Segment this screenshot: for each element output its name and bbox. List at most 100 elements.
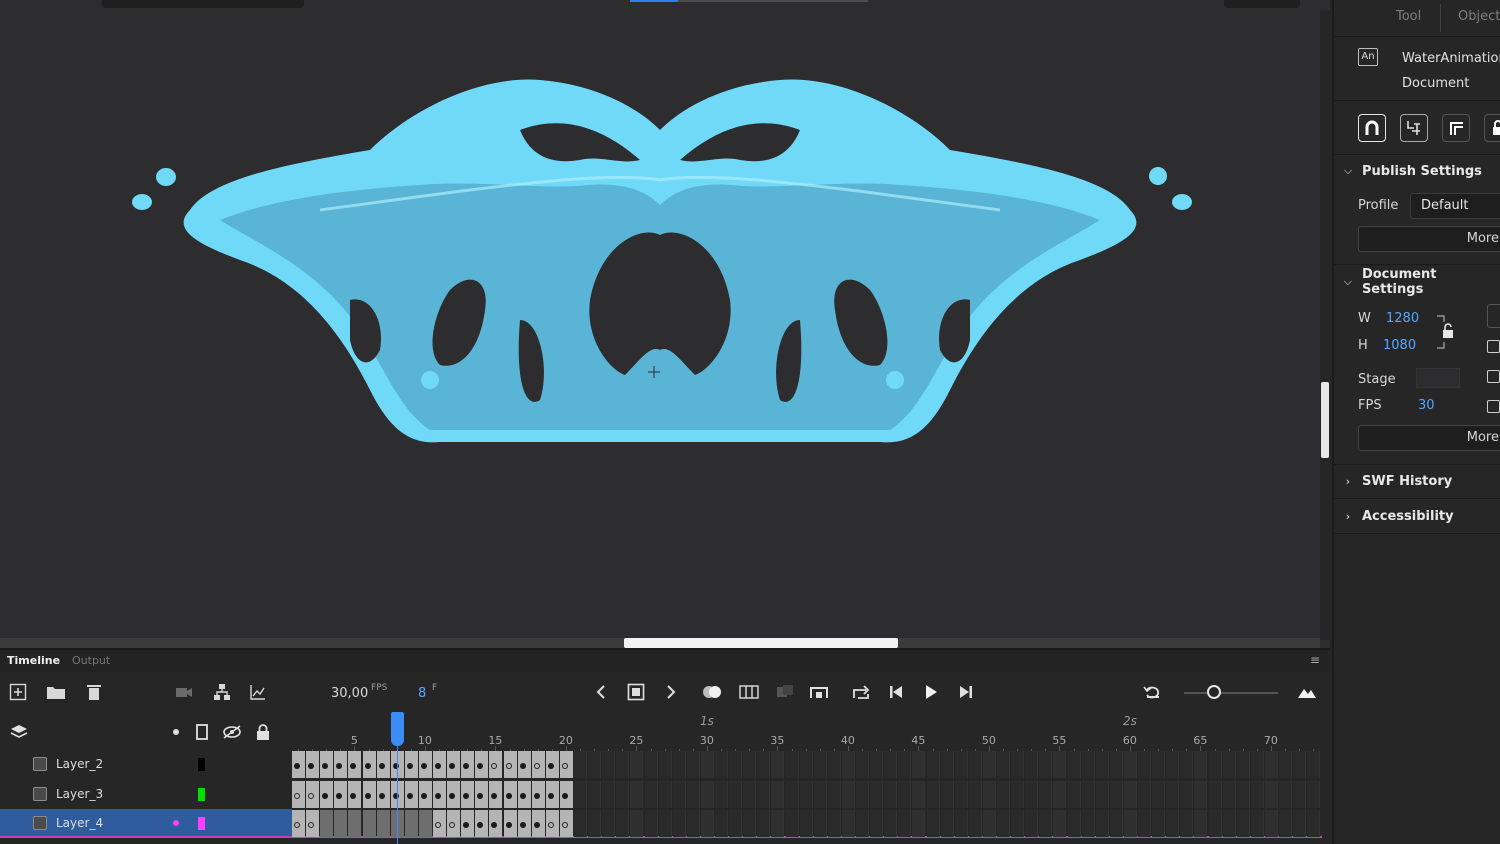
frame-cell[interactable]	[743, 751, 757, 778]
frame-cell[interactable]	[475, 781, 489, 808]
frame-cell[interactable]	[1194, 781, 1208, 808]
frame-cell[interactable]	[559, 751, 573, 778]
scale-content-checkbox[interactable]	[1487, 340, 1500, 353]
frame-cell[interactable]	[813, 781, 827, 808]
new-folder-button[interactable]	[45, 682, 67, 702]
frame-cell[interactable]	[672, 810, 686, 837]
frame-cell[interactable]	[912, 810, 926, 837]
frame-cell[interactable]	[1194, 810, 1208, 837]
frame-cell[interactable]	[1123, 751, 1137, 778]
frame-cell[interactable]	[503, 751, 517, 778]
frame-cell[interactable]	[870, 810, 884, 837]
frame-cell[interactable]	[799, 751, 813, 778]
frame-cell[interactable]	[1222, 781, 1236, 808]
graph-editor-button[interactable]	[248, 682, 268, 702]
frame-cell[interactable]	[588, 810, 602, 837]
frame-cell[interactable]	[320, 810, 334, 837]
frame-cell[interactable]	[1236, 751, 1250, 778]
zoom-mountains-button[interactable]	[1296, 682, 1318, 702]
frame-cell[interactable]	[1264, 810, 1278, 837]
horizontal-scroll-thumb[interactable]	[624, 638, 898, 648]
previous-keyframe-button[interactable]	[592, 682, 610, 702]
frame-cell[interactable]	[1250, 810, 1264, 837]
frame-cell[interactable]	[404, 751, 418, 778]
frame-cell[interactable]	[1123, 810, 1137, 837]
frame-cell[interactable]	[602, 781, 616, 808]
frame-grid-layer-4[interactable]	[292, 809, 1322, 838]
frame-cell[interactable]	[1081, 810, 1095, 837]
frame-cell[interactable]	[418, 781, 432, 808]
frame-cell[interactable]	[292, 810, 306, 837]
frame-cell[interactable]	[940, 751, 954, 778]
frame-cell[interactable]	[729, 751, 743, 778]
frame-cell[interactable]	[898, 751, 912, 778]
frame-cell[interactable]	[447, 781, 461, 808]
frame-cell[interactable]	[292, 751, 306, 778]
snap-to-objects-button[interactable]	[1358, 114, 1386, 142]
frame-cell[interactable]	[1138, 810, 1152, 837]
frame-cell[interactable]	[376, 810, 390, 837]
frame-cell[interactable]	[475, 810, 489, 837]
frame-cell[interactable]	[926, 751, 940, 778]
frame-cell[interactable]	[1152, 810, 1166, 837]
fps-value[interactable]: 30	[1418, 398, 1435, 413]
frame-cell[interactable]	[433, 810, 447, 837]
frame-cell[interactable]	[1166, 810, 1180, 837]
frame-cell[interactable]	[1180, 781, 1194, 808]
frame-cell[interactable]	[757, 810, 771, 837]
frame-cell[interactable]	[489, 781, 503, 808]
frame-cell[interactable]	[630, 751, 644, 778]
frame-cell[interactable]	[968, 781, 982, 808]
frame-cell[interactable]	[870, 751, 884, 778]
units-field[interactable]	[1487, 304, 1500, 328]
frame-cell[interactable]	[376, 751, 390, 778]
frame-cell[interactable]	[306, 781, 320, 808]
frame-cell[interactable]	[813, 810, 827, 837]
next-keyframe-button[interactable]	[662, 682, 680, 702]
swf-history-header[interactable]: › SWF History	[1334, 466, 1500, 496]
frame-cell[interactable]	[827, 810, 841, 837]
frame-cell[interactable]	[1039, 781, 1053, 808]
frame-cell[interactable]	[827, 751, 841, 778]
frame-cell[interactable]	[1236, 781, 1250, 808]
frame-cell[interactable]	[856, 781, 870, 808]
tab-object[interactable]: Object	[1458, 9, 1500, 24]
layer-parenting-button[interactable]	[212, 682, 232, 702]
frame-cell[interactable]	[940, 781, 954, 808]
frame-cell[interactable]	[658, 810, 672, 837]
tab-tool[interactable]: Tool	[1396, 9, 1421, 24]
frame-cell[interactable]	[461, 810, 475, 837]
frame-cell[interactable]	[1067, 751, 1081, 778]
frame-cell[interactable]	[1166, 781, 1180, 808]
frame-cell[interactable]	[884, 810, 898, 837]
frame-cell[interactable]	[771, 810, 785, 837]
frame-cell[interactable]	[841, 751, 855, 778]
frame-size-slider-thumb[interactable]	[1207, 685, 1221, 699]
frame-cell[interactable]	[743, 810, 757, 837]
lock-toggle-button[interactable]	[254, 723, 272, 741]
camera-button[interactable]	[174, 682, 194, 702]
frame-cell[interactable]	[362, 810, 376, 837]
frame-cell[interactable]	[630, 781, 644, 808]
frame-cell[interactable]	[1208, 810, 1222, 837]
frame-cell[interactable]	[1011, 751, 1025, 778]
frame-cell[interactable]	[1166, 751, 1180, 778]
width-value[interactable]: 1280	[1386, 311, 1419, 326]
frame-cell[interactable]	[1025, 781, 1039, 808]
publish-more-button[interactable]: More	[1358, 226, 1500, 252]
frame-cell[interactable]	[785, 751, 799, 778]
frame-cell[interactable]	[517, 751, 531, 778]
frame-cell[interactable]	[841, 810, 855, 837]
frame-grid-layer-3[interactable]	[292, 780, 1322, 809]
frame-cell[interactable]	[644, 810, 658, 837]
frame-cell[interactable]	[644, 751, 658, 778]
frame-cell[interactable]	[489, 810, 503, 837]
stage-option-checkbox[interactable]	[1487, 370, 1500, 383]
fps-display[interactable]: 30,00	[331, 686, 368, 701]
outline-toggle-button[interactable]	[194, 723, 210, 741]
frame-cell[interactable]	[1293, 810, 1307, 837]
frame-cell[interactable]	[418, 810, 432, 837]
frame-cell[interactable]	[771, 781, 785, 808]
show-all-layers-button[interactable]	[9, 722, 29, 742]
stage-canvas[interactable]	[0, 0, 1330, 648]
